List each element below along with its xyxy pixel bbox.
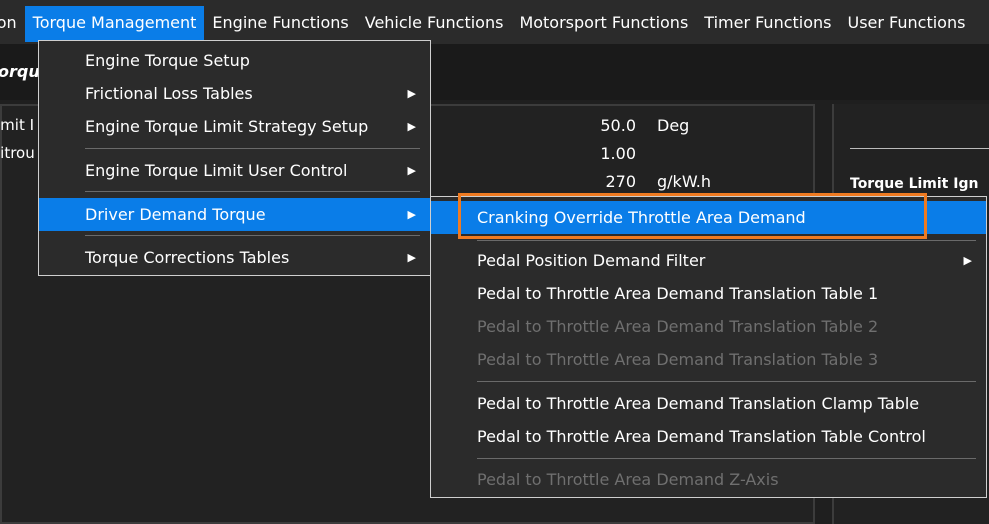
param-value[interactable]: 50.0 bbox=[556, 116, 636, 135]
menu-item-translation-table-3: Pedal to Throttle Area Demand Translatio… bbox=[431, 343, 986, 376]
chevron-right-icon: ▶ bbox=[407, 87, 416, 100]
menu-item-label: Pedal to Throttle Area Demand Translatio… bbox=[477, 350, 879, 369]
menu-item-label: Pedal to Throttle Area Demand Translatio… bbox=[477, 394, 920, 413]
menu-bar: tion Torque Management Engine Functions … bbox=[0, 0, 989, 44]
driver-demand-torque-submenu: Cranking Override Throttle Area Demand P… bbox=[430, 196, 987, 498]
param-label: imit I bbox=[0, 116, 35, 134]
menu-engine-functions[interactable]: Engine Functions bbox=[204, 0, 356, 32]
menu-item-engine-torque-limit-user-control[interactable]: Engine Torque Limit User Control ▶ bbox=[39, 154, 430, 187]
chevron-right-icon: ▶ bbox=[963, 254, 972, 267]
menu-item-label: Frictional Loss Tables bbox=[85, 84, 253, 103]
menu-user-functions[interactable]: User Functions bbox=[840, 0, 974, 32]
menu-item-translation-table-2: Pedal to Throttle Area Demand Translatio… bbox=[431, 310, 986, 343]
menu-separator bbox=[85, 235, 420, 236]
menu-item-label: Driver Demand Torque bbox=[85, 205, 266, 224]
menu-item-engine-torque-setup[interactable]: Engine Torque Setup bbox=[39, 44, 430, 77]
chevron-right-icon: ▶ bbox=[407, 120, 416, 133]
chevron-right-icon: ▶ bbox=[407, 208, 416, 221]
menu-item-label: Pedal to Throttle Area Demand Translatio… bbox=[477, 427, 926, 446]
param-unit: g/kW.h bbox=[657, 172, 712, 191]
menu-item-label: Engine Torque Limit Strategy Setup bbox=[85, 117, 369, 136]
menu-separator bbox=[477, 240, 976, 241]
menu-item-translation-clamp-table[interactable]: Pedal to Throttle Area Demand Translatio… bbox=[431, 387, 986, 420]
param-unit: Deg bbox=[657, 116, 690, 135]
divider bbox=[850, 148, 989, 149]
menu-item-driver-demand-torque[interactable]: Driver Demand Torque ▶ bbox=[39, 198, 430, 231]
param-value[interactable]: 1.00 bbox=[556, 144, 636, 163]
menu-separator bbox=[85, 148, 420, 149]
menu-item-engine-torque-limit-strategy-setup[interactable]: Engine Torque Limit Strategy Setup ▶ bbox=[39, 110, 430, 143]
page-title: orqu bbox=[0, 62, 40, 81]
menu-item-frictional-loss-tables[interactable]: Frictional Loss Tables ▶ bbox=[39, 77, 430, 110]
menu-separator bbox=[85, 191, 420, 192]
menu-item-label: Pedal Position Demand Filter bbox=[477, 251, 706, 270]
right-panel-label: Torque Limit Ign bbox=[850, 176, 979, 192]
param-value[interactable]: 270 bbox=[556, 172, 636, 191]
menu-item-label: Engine Torque Limit User Control bbox=[85, 161, 348, 180]
menu-timer-functions[interactable]: Timer Functions bbox=[696, 0, 839, 32]
menu-item-label: Engine Torque Setup bbox=[85, 51, 250, 70]
menu-item-label: Pedal to Throttle Area Demand Translatio… bbox=[477, 317, 879, 336]
menu-separator bbox=[477, 458, 976, 459]
menu-item-label: Pedal to Throttle Area Demand Z-Axis bbox=[477, 470, 779, 489]
menu-item-translation-table-1[interactable]: Pedal to Throttle Area Demand Translatio… bbox=[431, 277, 986, 310]
menu-motorsport-functions[interactable]: Motorsport Functions bbox=[511, 0, 696, 32]
chevron-right-icon: ▶ bbox=[407, 164, 416, 177]
menu-vehicle-functions[interactable]: Vehicle Functions bbox=[357, 0, 512, 32]
highlight-outline bbox=[458, 193, 927, 239]
menu-item-label: Pedal to Throttle Area Demand Translatio… bbox=[477, 284, 879, 303]
menu-item-torque-corrections-tables[interactable]: Torque Corrections Tables ▶ bbox=[39, 241, 430, 274]
menu-item-pedal-position-demand-filter[interactable]: Pedal Position Demand Filter ▶ bbox=[431, 244, 986, 277]
menu-separator bbox=[477, 381, 976, 382]
chevron-right-icon: ▶ bbox=[407, 251, 416, 264]
torque-management-menu: Engine Torque Setup Frictional Loss Tabl… bbox=[38, 40, 431, 276]
menu-item-label: Torque Corrections Tables bbox=[85, 248, 290, 267]
param-label: litrou bbox=[0, 144, 35, 162]
menu-item-translation-table-control[interactable]: Pedal to Throttle Area Demand Translatio… bbox=[431, 420, 986, 453]
menu-torque-management[interactable]: Torque Management bbox=[24, 6, 205, 42]
menu-function[interactable]: tion bbox=[0, 0, 25, 32]
menu-item-z-axis: Pedal to Throttle Area Demand Z-Axis bbox=[431, 463, 986, 496]
